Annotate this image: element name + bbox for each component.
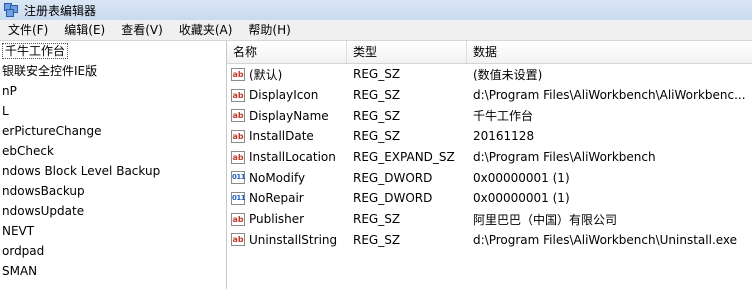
menu-file[interactable]: 文件(F) [0,20,56,40]
tree-item-label: L [2,104,9,118]
dword-value-icon: 011 [231,171,246,185]
value-type: REG_DWORD [353,191,433,206]
value-name-cell: ab DisplayName [227,109,347,123]
list-header: 名称 类型 数据 [227,41,752,64]
tree-item[interactable]: NEVT [0,221,226,241]
tree-item[interactable]: 银联安全控件IE版 [0,61,226,81]
value-name-cell: ab (默认) [227,66,347,83]
value-name-cell: ab InstallLocation [227,150,347,164]
value-row[interactable]: ab UninstallString REG_SZ d:\Program Files\… [227,230,752,251]
value-data: 千牛工作台 [473,109,534,124]
value-name: Publisher [249,212,305,227]
tree-item-label: nP [2,84,17,98]
value-row[interactable]: ab Publisher REG_SZ 阿里巴巴（中国）有限公司 [227,209,752,230]
tree-item[interactable]: L [0,101,226,121]
tree-item-label: NEVT [2,224,35,238]
title-bar[interactable]: 注册表编辑器 [0,0,752,20]
string-value-icon: ab [231,109,245,123]
value-row[interactable]: ab DisplayName REG_SZ 千牛工作台 [227,105,752,126]
value-name: NoRepair [249,191,304,206]
value-type: REG_SZ [353,212,401,227]
value-name: InstallDate [249,129,314,144]
value-data: 20161128 [473,129,535,144]
string-value-icon: ab [231,88,245,102]
tree-item-label: SMAN [2,264,38,278]
value-name: DisplayIcon [249,88,319,103]
menu-edit[interactable]: 编辑(E) [56,20,113,40]
tree-item-label: ordpad [2,244,45,258]
value-type: REG_SZ [353,232,401,247]
value-data: d:\Program Files\AliWorkbench [473,150,656,165]
menu-favorites[interactable]: 收藏夹(A) [171,20,241,40]
menu-view[interactable]: 查看(V) [113,20,171,40]
menu-help[interactable]: 帮助(H) [240,20,298,40]
tree-item-label: ndows Block Level Backup [2,164,161,178]
value-data: d:\Program Files\AliWorkbench\Uninstall.… [473,232,738,247]
tree-item[interactable]: erPictureChange [0,121,226,141]
value-name-cell: ab Publisher [227,212,347,226]
tree-item-label: 银联安全控件IE版 [2,64,98,78]
string-value-icon: ab [231,212,245,226]
tree-item-label: ndowsBackup [2,184,85,198]
string-value-icon: ab [231,129,245,143]
tree-item-label: ndowsUpdate [2,204,85,218]
value-name: InstallLocation [249,150,336,165]
string-value-icon: ab [231,233,245,247]
tree-item-label: ebCheck [2,144,54,158]
value-row[interactable]: 011 NoRepair REG_DWORD 0x00000001 (1) [227,188,752,209]
value-type: REG_EXPAND_SZ [353,150,455,165]
string-value-icon: ab [231,67,245,81]
value-data: 0x00000001 (1) [473,191,570,206]
values-list-pane[interactable]: 名称 类型 数据 ab (默认) REG_SZ (数值未设置) ab DisplayIco… [227,41,752,289]
registry-editor-icon [4,3,18,17]
value-type: REG_SZ [353,88,401,103]
value-type: REG_SZ [353,108,401,123]
value-name-cell: ab DisplayIcon [227,88,347,102]
tree-item[interactable]: ordpad [0,241,226,261]
value-row[interactable]: ab InstallLocation REG_EXPAND_SZ d:\Program… [227,147,752,168]
value-data: d:\Program Files\AliWorkbench\AliWorkben… [473,88,746,103]
tree-item[interactable]: SMAN [0,261,226,281]
tree-item-label: erPictureChange [2,124,102,138]
value-data: 0x00000001 (1) [473,170,570,185]
tree-item[interactable]: 千牛工作台 [0,41,226,61]
tree-item[interactable]: ndowsBackup [0,181,226,201]
tree-item[interactable]: ebCheck [0,141,226,161]
value-name: UninstallString [249,232,338,247]
value-row[interactable]: ab (默认) REG_SZ (数值未设置) [227,64,752,85]
value-row[interactable]: 011 NoModify REG_DWORD 0x00000001 (1) [227,167,752,188]
string-value-icon: ab [231,150,245,164]
column-header-data[interactable]: 数据 [467,41,752,63]
window-title: 注册表编辑器 [24,3,97,18]
value-data: (数值未设置) [473,67,543,82]
value-name-cell: 011 NoModify [227,171,347,185]
key-tree-pane[interactable]: 千牛工作台银联安全控件IE版 nP LerPictureChange ebCheck n… [0,41,227,289]
value-name: (默认) [249,67,283,82]
tree-item-label: 千牛工作台 [2,43,69,59]
value-data: 阿里巴巴（中国）有限公司 [473,212,618,227]
value-name-cell: ab InstallDate [227,129,347,143]
value-name: NoModify [249,170,306,185]
value-name: DisplayName [249,108,329,123]
value-row[interactable]: ab DisplayIcon REG_SZ d:\Program Files\AliW… [227,85,752,106]
column-header-type[interactable]: 类型 [347,41,467,63]
value-row[interactable]: ab InstallDate REG_SZ 20161128 [227,126,752,147]
values-list: ab (默认) REG_SZ (数值未设置) ab DisplayIcon REG_SZ d:… [227,64,752,250]
value-name-cell: ab UninstallString [227,233,347,247]
value-type: REG_SZ [353,129,401,144]
tree-item[interactable]: ndowsUpdate [0,201,226,221]
value-type: REG_SZ [353,67,401,82]
value-name-cell: 011 NoRepair [227,191,347,205]
tree-item[interactable]: ndows Block Level Backup [0,161,226,181]
value-type: REG_DWORD [353,170,433,185]
column-header-name[interactable]: 名称 [227,41,347,63]
tree-item[interactable]: nP [0,81,226,101]
menu-bar: 文件(F) 编辑(E) 查看(V) 收藏夹(A) 帮助(H) [0,20,752,41]
dword-value-icon: 011 [231,191,246,205]
